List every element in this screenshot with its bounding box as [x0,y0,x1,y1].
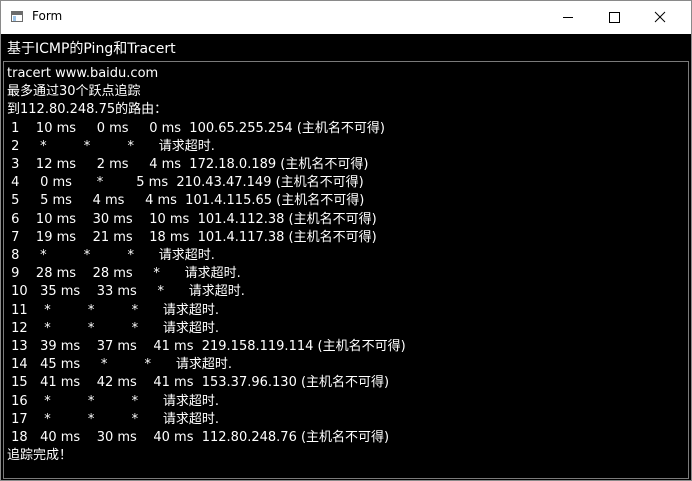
close-icon [654,11,666,23]
output-line: 6 10 ms 30 ms 10 ms 101.4.112.38 (主机名不可得… [7,211,377,227]
output-line: 7 19 ms 21 ms 18 ms 101.4.117.38 (主机名不可得… [7,229,377,245]
minimize-icon [563,17,573,18]
output-line: 18 40 ms 30 ms 40 ms 112.80.248.76 (主机名不… [7,430,390,446]
output-line: 12 * * * 请求超时. [7,320,220,336]
maximize-button[interactable] [591,1,637,34]
output-line: 到112.80.248.75的路由： [7,102,168,118]
output-line: 10 35 ms 33 ms * 请求超时. [7,284,245,300]
output-line: 16 * * * 请求超时. [7,393,220,409]
output-line: 2 * * * 请求超时. [7,138,215,154]
minimize-button[interactable] [545,1,591,34]
output-line: tracert www.baidu.com [7,66,159,81]
output-textbox[interactable]: tracert www.baidu.com 最多通过30个跃点追踪到112.80.… [3,61,689,479]
output-line: 最多通过30个跃点追踪 [7,84,141,100]
app-window-icon [11,11,23,22]
output-line: 11 * * * 请求超时. [7,302,220,318]
output-line: 15 41 ms 42 ms 41 ms 153.37.96.130 (主机名不… [7,375,390,391]
output-line: 14 45 ms * * 请求超时. [7,357,232,373]
output-line: 4 0 ms * 5 ms 210.43.47.149 (主机名不可得) [7,175,364,191]
output-text: tracert www.baidu.com 最多通过30个跃点追踪到112.80.… [7,65,406,465]
output-line: 5 5 ms 4 ms 4 ms 101.4.115.65 (主机名不可得) [7,193,365,209]
window-title: Form [32,9,63,23]
output-line: 8 * * * 请求超时. [7,248,215,264]
form-window: Form 基于ICMP的Ping和Tracert tracert www.bai… [0,0,692,481]
output-line: 3 12 ms 2 ms 4 ms 172.18.0.189 (主机名不可得) [7,157,369,173]
form-heading: 基于ICMP的Ping和Tracert [7,41,176,57]
maximize-icon [609,12,620,23]
output-line: 1 10 ms 0 ms 0 ms 100.65.255.254 (主机名不可得… [7,120,385,136]
title-bar[interactable]: Form [1,1,691,34]
output-line: 追踪完成！ [7,448,73,464]
output-line: 9 28 ms 28 ms * 请求超时. [7,266,241,282]
close-button[interactable] [637,1,683,34]
output-line: 17 * * * 请求超时. [7,411,220,427]
output-line: 13 39 ms 37 ms 41 ms 219.158.119.114 (主机… [7,339,406,355]
